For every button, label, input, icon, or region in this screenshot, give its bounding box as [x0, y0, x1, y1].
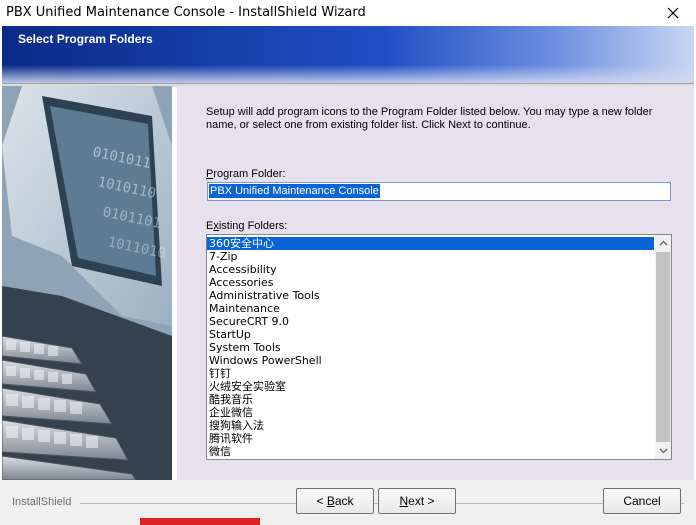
banner-shade	[2, 65, 694, 83]
folder-list-item[interactable]: StartUp	[207, 328, 654, 341]
folder-items: 360安全中心 7-Zip Accessibility Accessories Admi…	[207, 237, 654, 458]
wizard-side-image: 0101011 1010110 0101101 1011010	[2, 86, 172, 480]
back-button[interactable]: < Back	[296, 488, 374, 514]
main-panel: Setup will add program icons to the Prog…	[177, 86, 694, 480]
program-folder-label-rest: rogram Folder:	[213, 168, 286, 180]
taskbar-fragment	[140, 518, 260, 525]
folder-list-item[interactable]: Administrative Tools	[207, 289, 654, 302]
chevron-up-icon	[659, 240, 667, 246]
title-bar: PBX Unified Maintenance Console - Instal…	[0, 0, 696, 26]
cancel-button[interactable]: Cancel	[603, 488, 681, 514]
scroll-up-button[interactable]	[655, 235, 671, 251]
folder-list-item[interactable]: 7-Zip	[207, 250, 654, 263]
folder-list-item[interactable]: System Tools	[207, 341, 654, 354]
program-folder-value: PBX Unified Maintenance Console	[209, 184, 380, 198]
folder-list-item[interactable]: 微信	[207, 445, 654, 458]
folder-list-item[interactable]: Accessibility	[207, 263, 654, 276]
folder-list-item[interactable]: 酷我音乐	[207, 393, 654, 406]
scroll-thumb[interactable]	[656, 252, 670, 442]
folder-list-item[interactable]: 腾讯软件	[207, 432, 654, 445]
folder-list-item[interactable]: SecureCRT 9.0	[207, 315, 654, 328]
step-heading: Select Program Folders	[18, 32, 153, 46]
scroll-down-button[interactable]	[655, 443, 671, 459]
window-title: PBX Unified Maintenance Console - Instal…	[6, 5, 366, 20]
program-folder-label: Program Folder:	[206, 168, 285, 180]
folder-list-item[interactable]: Windows PowerShell	[207, 354, 654, 367]
existing-folders-label: Existing Folders:	[206, 220, 287, 232]
next-label-rest: ext >	[408, 494, 435, 508]
folder-list-item[interactable]: 钉钉	[207, 367, 654, 380]
back-prefix: <	[316, 494, 327, 508]
folder-list-item[interactable]: 企业微信	[207, 406, 654, 419]
folder-list-item[interactable]: 火绒安全实验室	[207, 380, 654, 393]
chevron-down-icon	[659, 448, 667, 454]
close-icon	[667, 7, 679, 19]
next-button[interactable]: Next >	[378, 488, 456, 514]
folder-list-item[interactable]: Accessories	[207, 276, 654, 289]
program-folder-input[interactable]: PBX Unified Maintenance Console	[207, 182, 671, 201]
wizard-header-banner: Select Program Folders	[2, 26, 694, 83]
existing-folders-list[interactable]: 360安全中心 7-Zip Accessibility Accessories Admi…	[206, 234, 672, 460]
folder-list-item[interactable]: Maintenance	[207, 302, 654, 315]
back-label-rest: ack	[334, 494, 354, 508]
close-button[interactable]	[650, 0, 696, 26]
folder-list-item[interactable]: 搜狗输入法	[207, 419, 654, 432]
footer: InstallShield < Back Next > Cancel	[0, 480, 696, 525]
back-accesskey: B	[326, 494, 335, 508]
next-accesskey: N	[399, 494, 409, 508]
folder-list-item[interactable]: 360安全中心	[207, 237, 654, 250]
instructions-text: Setup will add program icons to the Prog…	[206, 106, 653, 131]
installshield-brand: InstallShield	[12, 496, 72, 508]
existing-folders-label-rest: isting Folders:	[218, 220, 288, 232]
vertical-scrollbar[interactable]	[655, 235, 671, 459]
computer-keyboard-illustration: 0101011 1010110 0101101 1011010	[2, 86, 172, 480]
